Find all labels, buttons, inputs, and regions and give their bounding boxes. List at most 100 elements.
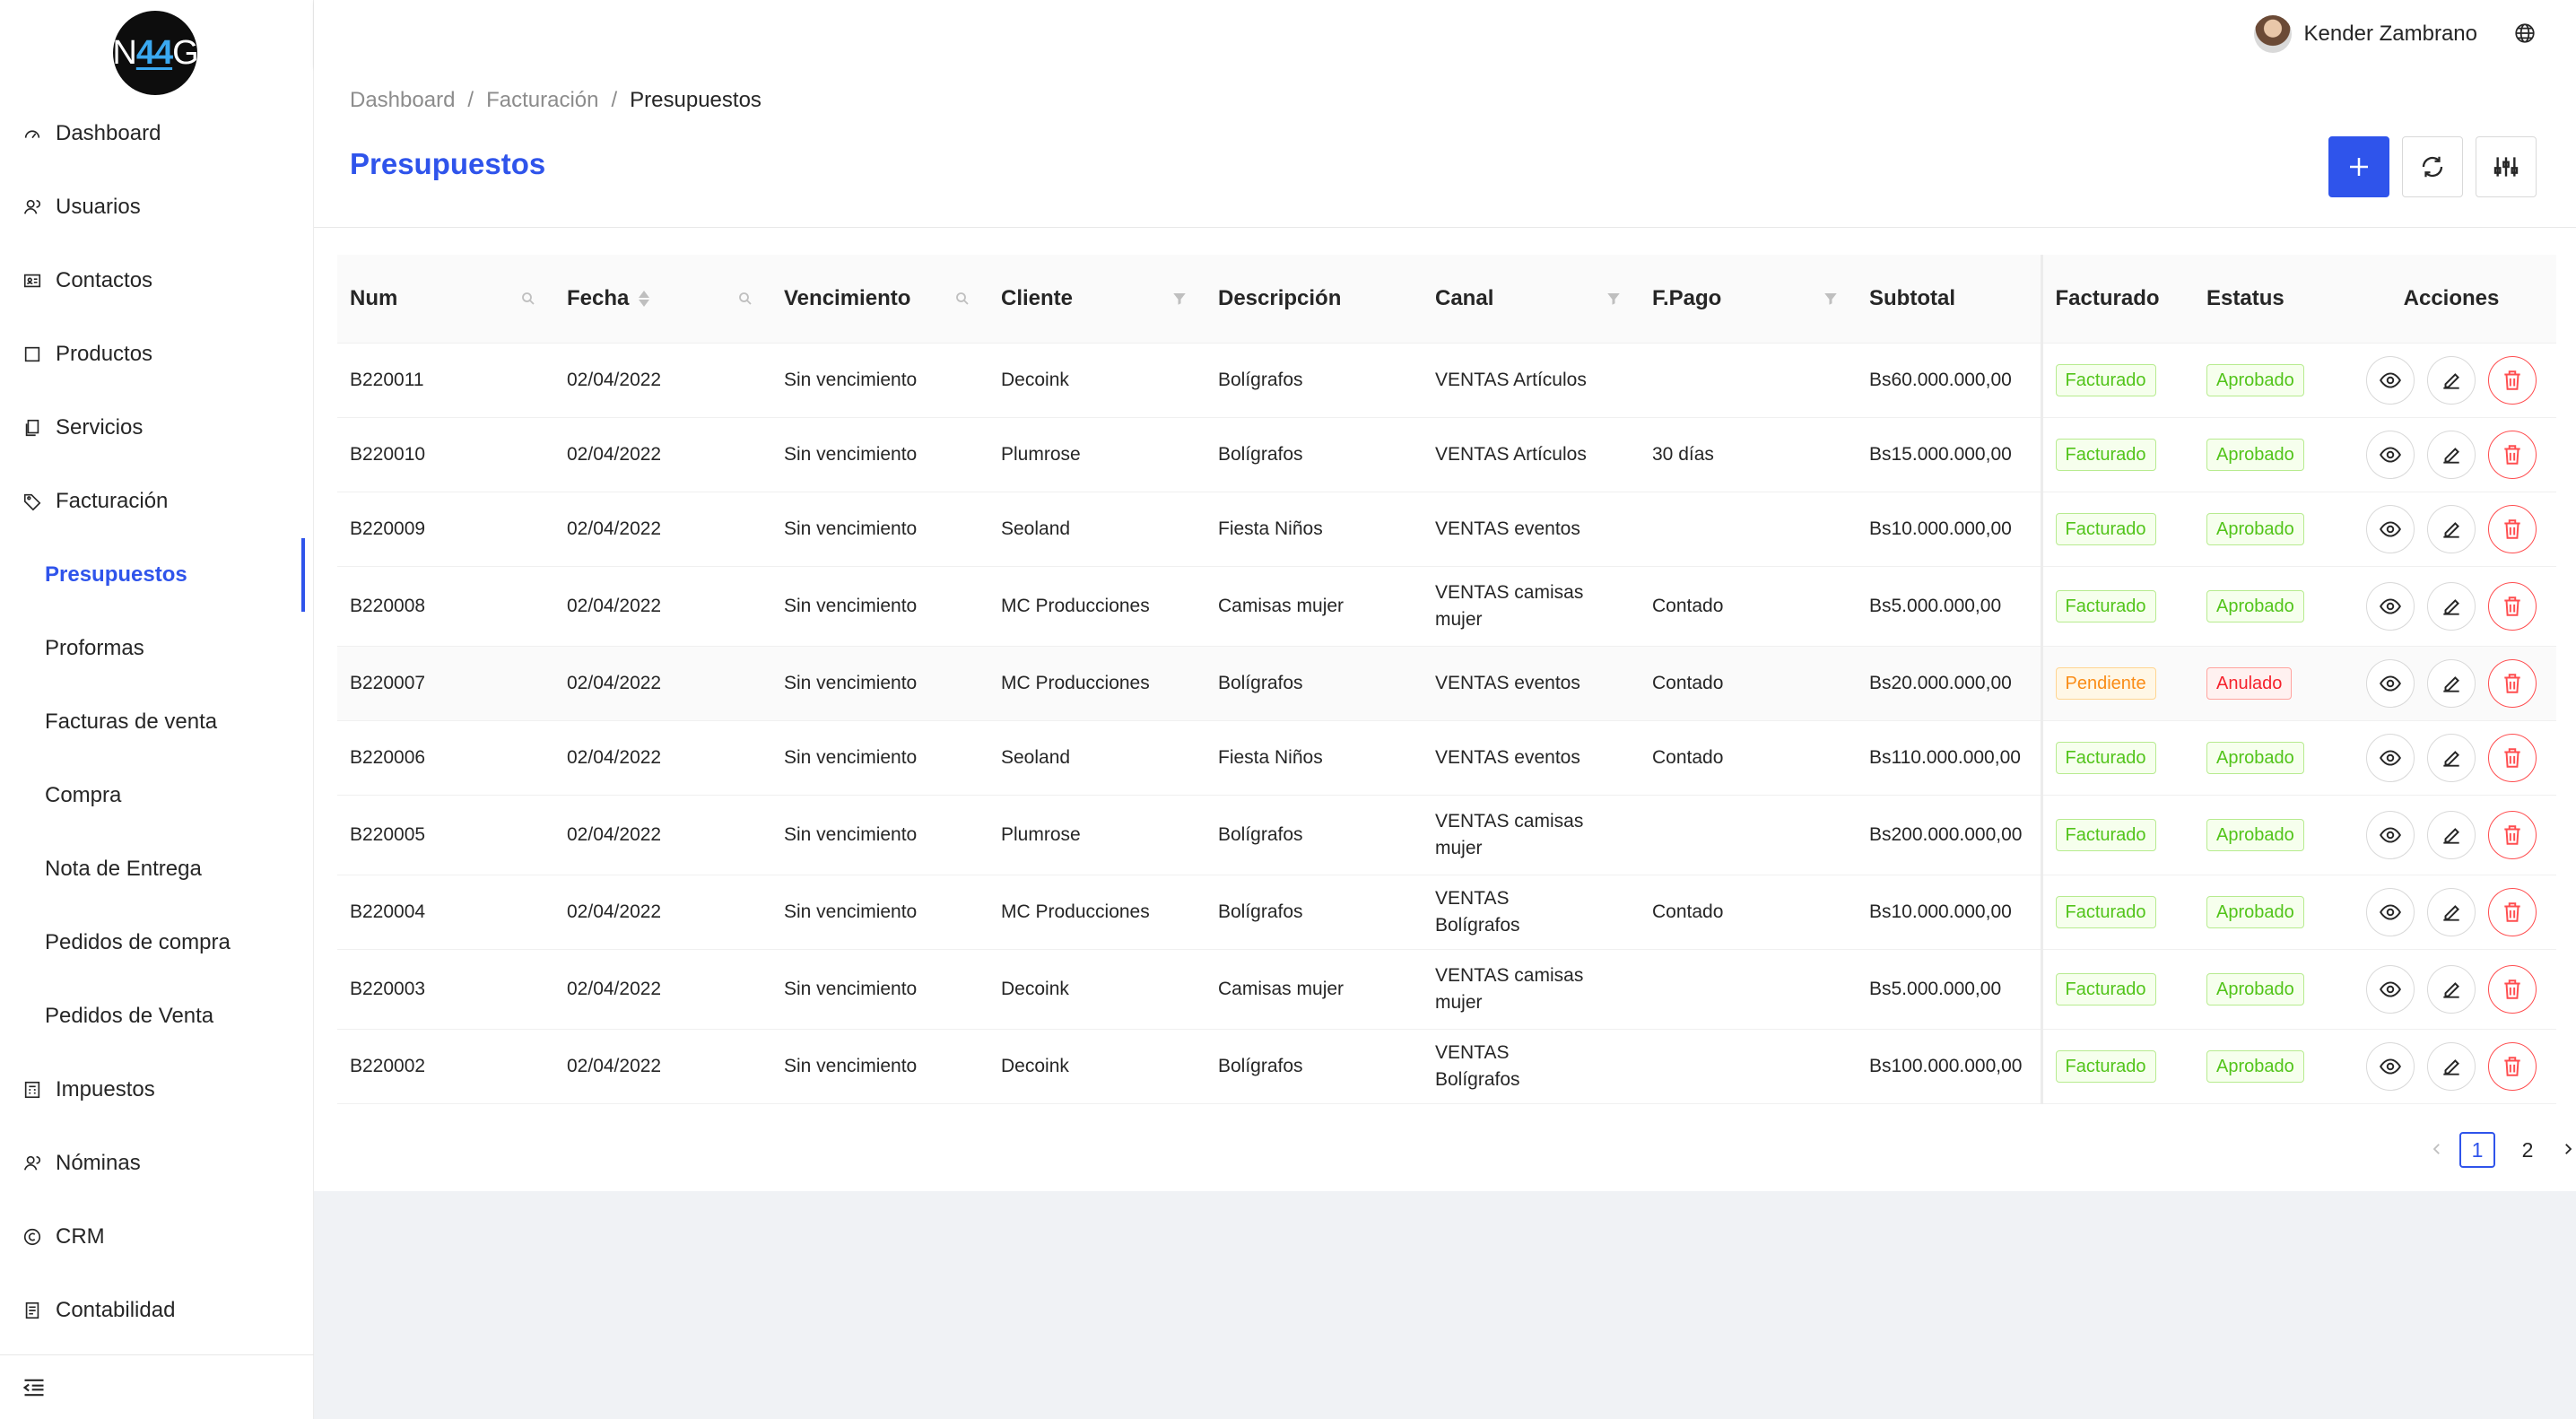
view-button[interactable]: [2366, 964, 2415, 1014]
table-row[interactable]: B220003 02/04/2022 Sin vencimiento Decoink C…: [337, 949, 2556, 1030]
cell-num: B220009: [337, 492, 554, 567]
cell-acciones: [2346, 875, 2556, 950]
table-row[interactable]: B220007 02/04/2022 Sin vencimiento MC Produ…: [337, 646, 2556, 721]
column-header-fecha[interactable]: Fecha: [554, 255, 771, 344]
view-button[interactable]: [2366, 504, 2415, 553]
cell-cliente: MC Producciones: [988, 566, 1205, 647]
cell-descripcion: Fiesta Niños: [1205, 492, 1423, 567]
sidebar-item-dashboard[interactable]: Dashboard: [0, 97, 314, 170]
sidebar-item-contactos[interactable]: Contactos: [0, 244, 314, 318]
edit-icon: [2443, 904, 2459, 921]
sidebar-item-compra[interactable]: Compra: [0, 759, 314, 832]
columns-settings-button[interactable]: [2476, 136, 2537, 197]
sidebar-item-pedidos-de-venta[interactable]: Pedidos de Venta: [0, 979, 314, 1053]
page-1-button[interactable]: 1: [2459, 1132, 2495, 1168]
edit-button[interactable]: [2427, 581, 2476, 631]
sidebar-item-impuestos[interactable]: Impuestos: [0, 1053, 314, 1127]
eye-icon: [2380, 520, 2401, 537]
search-icon[interactable]: [737, 291, 753, 307]
view-button[interactable]: [2366, 355, 2415, 405]
sidebar-item-facturacion[interactable]: Facturación: [0, 465, 314, 538]
sidebar-item-contabilidad[interactable]: Contabilidad: [0, 1274, 314, 1347]
edit-button[interactable]: [2427, 355, 2476, 405]
eye-icon: [2380, 371, 2401, 388]
sidebar-item-nominas[interactable]: Nóminas: [0, 1127, 314, 1200]
page-2-button[interactable]: 2: [2510, 1132, 2546, 1168]
edit-button[interactable]: [2427, 810, 2476, 859]
table-row[interactable]: B220011 02/04/2022 Sin vencimiento Decoink B…: [337, 343, 2556, 418]
sidebar-item-presupuestos[interactable]: Presupuestos: [0, 538, 314, 612]
sidebar-item-nota-de-entrega[interactable]: Nota de Entrega: [0, 832, 314, 906]
table-row[interactable]: B220004 02/04/2022 Sin vencimiento MC Produ…: [337, 875, 2556, 950]
edit-icon: [2443, 827, 2459, 844]
sidebar-item-crm[interactable]: CRM: [0, 1200, 314, 1274]
table-row[interactable]: B220006 02/04/2022 Sin vencimiento Seoland F…: [337, 720, 2556, 796]
filter-icon[interactable]: [1823, 291, 1839, 307]
cell-descripcion: Camisas mujer: [1205, 566, 1423, 647]
delete-button[interactable]: [2488, 355, 2537, 405]
breadcrumb-separator: /: [611, 88, 618, 112]
edit-button[interactable]: [2427, 1041, 2476, 1091]
sidebar-item-servicios[interactable]: Servicios: [0, 391, 314, 465]
trash-icon: [2504, 747, 2520, 768]
edit-button[interactable]: [2427, 733, 2476, 782]
delete-button[interactable]: [2488, 1041, 2537, 1091]
sidebar-item-proformas[interactable]: Proformas: [0, 612, 314, 685]
breadcrumb-facturacion[interactable]: Facturación: [486, 88, 598, 113]
delete-button[interactable]: [2488, 733, 2537, 782]
search-icon[interactable]: [520, 291, 536, 307]
collapse-menu-button[interactable]: [0, 1354, 314, 1419]
delete-button[interactable]: [2488, 810, 2537, 859]
view-button[interactable]: [2366, 658, 2415, 708]
delete-button[interactable]: [2488, 658, 2537, 708]
filter-icon[interactable]: [1171, 291, 1188, 307]
language-button[interactable]: [2510, 18, 2540, 48]
cell-facturado: Facturado: [2040, 875, 2194, 950]
sidebar-item-productos[interactable]: Productos: [0, 318, 314, 391]
table-row[interactable]: B220010 02/04/2022 Sin vencimiento Plumrose…: [337, 417, 2556, 492]
delete-button[interactable]: [2488, 887, 2537, 936]
cell-facturado: Facturado: [2040, 795, 2194, 875]
company-logo[interactable]: N 44 G: [112, 11, 199, 95]
edit-button[interactable]: [2427, 504, 2476, 553]
delete-button[interactable]: [2488, 581, 2537, 631]
sidebar-item-pedidos-de-compra[interactable]: Pedidos de compra: [0, 906, 314, 979]
next-page-button[interactable]: [2560, 1138, 2576, 1162]
delete-button[interactable]: [2488, 964, 2537, 1014]
add-button[interactable]: [2328, 136, 2389, 197]
edit-button[interactable]: [2427, 430, 2476, 479]
user-menu[interactable]: Kender Zambrano: [2253, 13, 2477, 56]
search-icon[interactable]: [954, 291, 970, 307]
view-button[interactable]: [2366, 581, 2415, 631]
prev-page-button[interactable]: [2429, 1138, 2445, 1162]
cell-facturado: Pendiente: [2040, 646, 2194, 721]
cell-subtotal: Bs10.000.000,00: [1857, 875, 2041, 950]
column-header-canal: Canal: [1423, 255, 1640, 344]
breadcrumb-dashboard[interactable]: Dashboard: [350, 88, 455, 113]
edit-button[interactable]: [2427, 887, 2476, 936]
table-row[interactable]: B220002 02/04/2022 Sin vencimiento Decoink B…: [337, 1029, 2556, 1104]
view-button[interactable]: [2366, 733, 2415, 782]
sidebar-item-usuarios[interactable]: Usuarios: [0, 170, 314, 244]
cell-canal: VENTAS camisas mujer: [1423, 566, 1640, 647]
cell-acciones: [2346, 492, 2556, 567]
view-button[interactable]: [2366, 430, 2415, 479]
delete-button[interactable]: [2488, 504, 2537, 553]
table-row[interactable]: B220005 02/04/2022 Sin vencimiento Plumrose…: [337, 795, 2556, 875]
filter-icon[interactable]: [1606, 291, 1622, 307]
table-row[interactable]: B220009 02/04/2022 Sin vencimiento Seoland F…: [337, 492, 2556, 567]
status-badge: Facturado: [2055, 741, 2156, 774]
delete-button[interactable]: [2488, 430, 2537, 479]
view-button[interactable]: [2366, 887, 2415, 936]
edit-button[interactable]: [2427, 964, 2476, 1014]
view-button[interactable]: [2366, 1041, 2415, 1091]
edit-button[interactable]: [2427, 658, 2476, 708]
sort-icon[interactable]: [638, 291, 650, 308]
view-button[interactable]: [2366, 810, 2415, 859]
table-row[interactable]: B220008 02/04/2022 Sin vencimiento MC Produ…: [337, 566, 2556, 647]
sidebar-menu: Dashboard Usuarios Contactos Productos Servi…: [0, 97, 314, 1347]
cell-canal: VENTAS Bolígrafos: [1423, 875, 1640, 950]
sidebar-item-facturas-de-venta[interactable]: Facturas de venta: [0, 685, 314, 759]
refresh-button[interactable]: [2402, 136, 2463, 197]
cell-fecha: 02/04/2022: [554, 720, 771, 796]
